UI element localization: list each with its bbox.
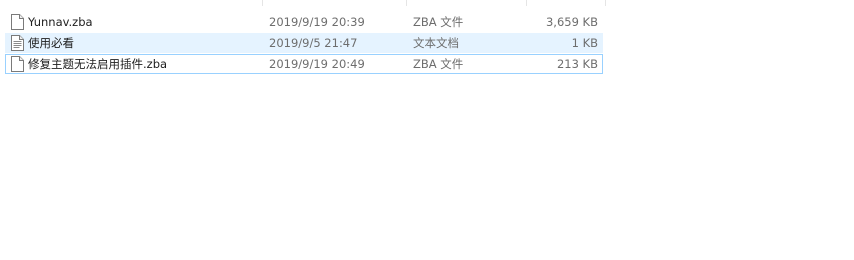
file-row-readme[interactable]: 使用必看 2019/9/5 21:47 文本文档 1 KB	[5, 33, 603, 53]
blank-file-icon	[11, 14, 24, 30]
file-type: ZBA 文件	[413, 57, 464, 71]
file-name: 使用必看	[28, 36, 74, 50]
file-size: 3,659 KB	[545, 15, 598, 29]
column-divider	[406, 0, 407, 6]
file-date-modified: 2019/9/19 20:39	[269, 15, 365, 29]
file-size: 213 KB	[556, 57, 598, 71]
file-row-yunnav[interactable]: Yunnav.zba 2019/9/19 20:39 ZBA 文件 3,659 …	[5, 12, 603, 32]
file-name: 修复主题无法启用插件.zba	[28, 57, 168, 71]
file-row-fix-theme[interactable]: 修复主题无法启用插件.zba 2019/9/19 20:49 ZBA 文件 21…	[5, 54, 603, 74]
text-file-icon	[11, 35, 24, 51]
file-type: 文本文档	[413, 36, 459, 50]
file-type: ZBA 文件	[413, 15, 464, 29]
file-name: Yunnav.zba	[28, 15, 93, 29]
file-size: 1 KB	[571, 36, 598, 50]
column-divider	[262, 0, 263, 6]
file-date-modified: 2019/9/19 20:49	[269, 57, 365, 71]
column-divider	[526, 0, 527, 6]
column-divider	[605, 0, 606, 6]
blank-file-icon	[11, 56, 24, 72]
file-date-modified: 2019/9/5 21:47	[269, 36, 358, 50]
